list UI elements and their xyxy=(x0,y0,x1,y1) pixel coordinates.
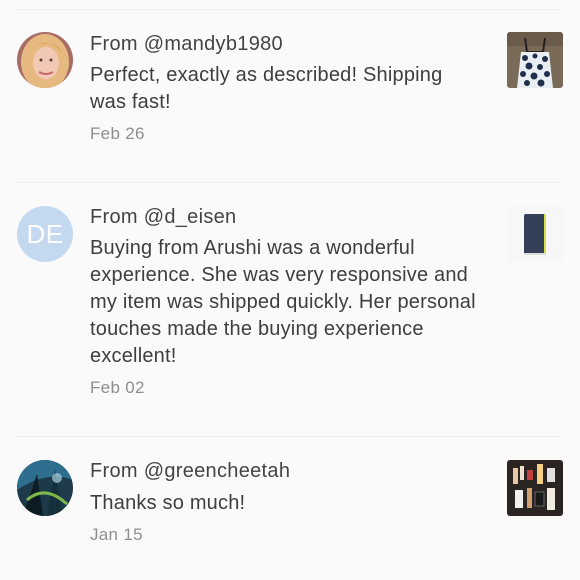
user-avatar-photo-icon[interactable] xyxy=(17,32,73,88)
notebook-product-thumbnail-icon[interactable] xyxy=(507,206,563,262)
review-author[interactable]: From @d_eisen xyxy=(90,206,236,229)
review-author[interactable]: From @mandyb1980 xyxy=(90,33,283,56)
review-text: Thanks so much! xyxy=(90,492,246,514)
user-avatar-photo-icon[interactable] xyxy=(17,460,73,516)
dress-product-thumbnail-icon[interactable] xyxy=(507,32,563,88)
divider xyxy=(18,9,562,10)
review-date: Feb 26 xyxy=(90,124,145,143)
review-date: Feb 02 xyxy=(90,378,145,397)
cosmetics-product-thumbnail-icon[interactable] xyxy=(507,460,563,516)
review-date: Jan 15 xyxy=(90,525,143,544)
review-text: Buying from Arushi was a wonderful exper… xyxy=(90,237,476,367)
divider xyxy=(18,182,562,183)
user-avatar-initials[interactable]: DE xyxy=(17,206,73,262)
review-author[interactable]: From @greencheetah xyxy=(90,460,290,483)
divider xyxy=(18,436,562,437)
review-text: Perfect, exactly as described! Shipping … xyxy=(90,64,443,113)
